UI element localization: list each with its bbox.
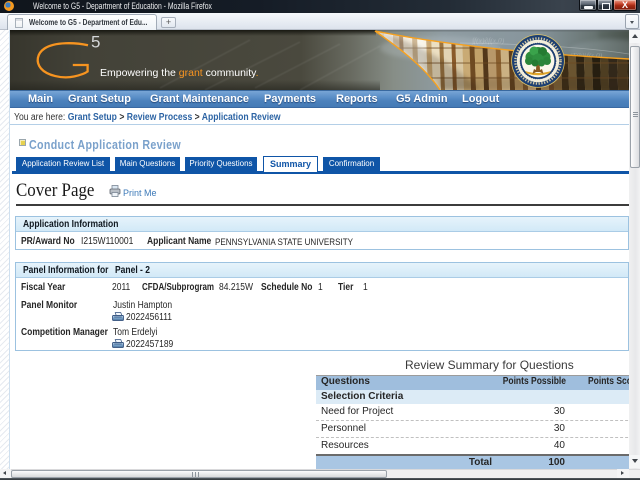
svg-text:5: 5 <box>91 33 100 52</box>
svg-text:Empowering the grant community: Empowering the grant community. <box>100 67 259 79</box>
